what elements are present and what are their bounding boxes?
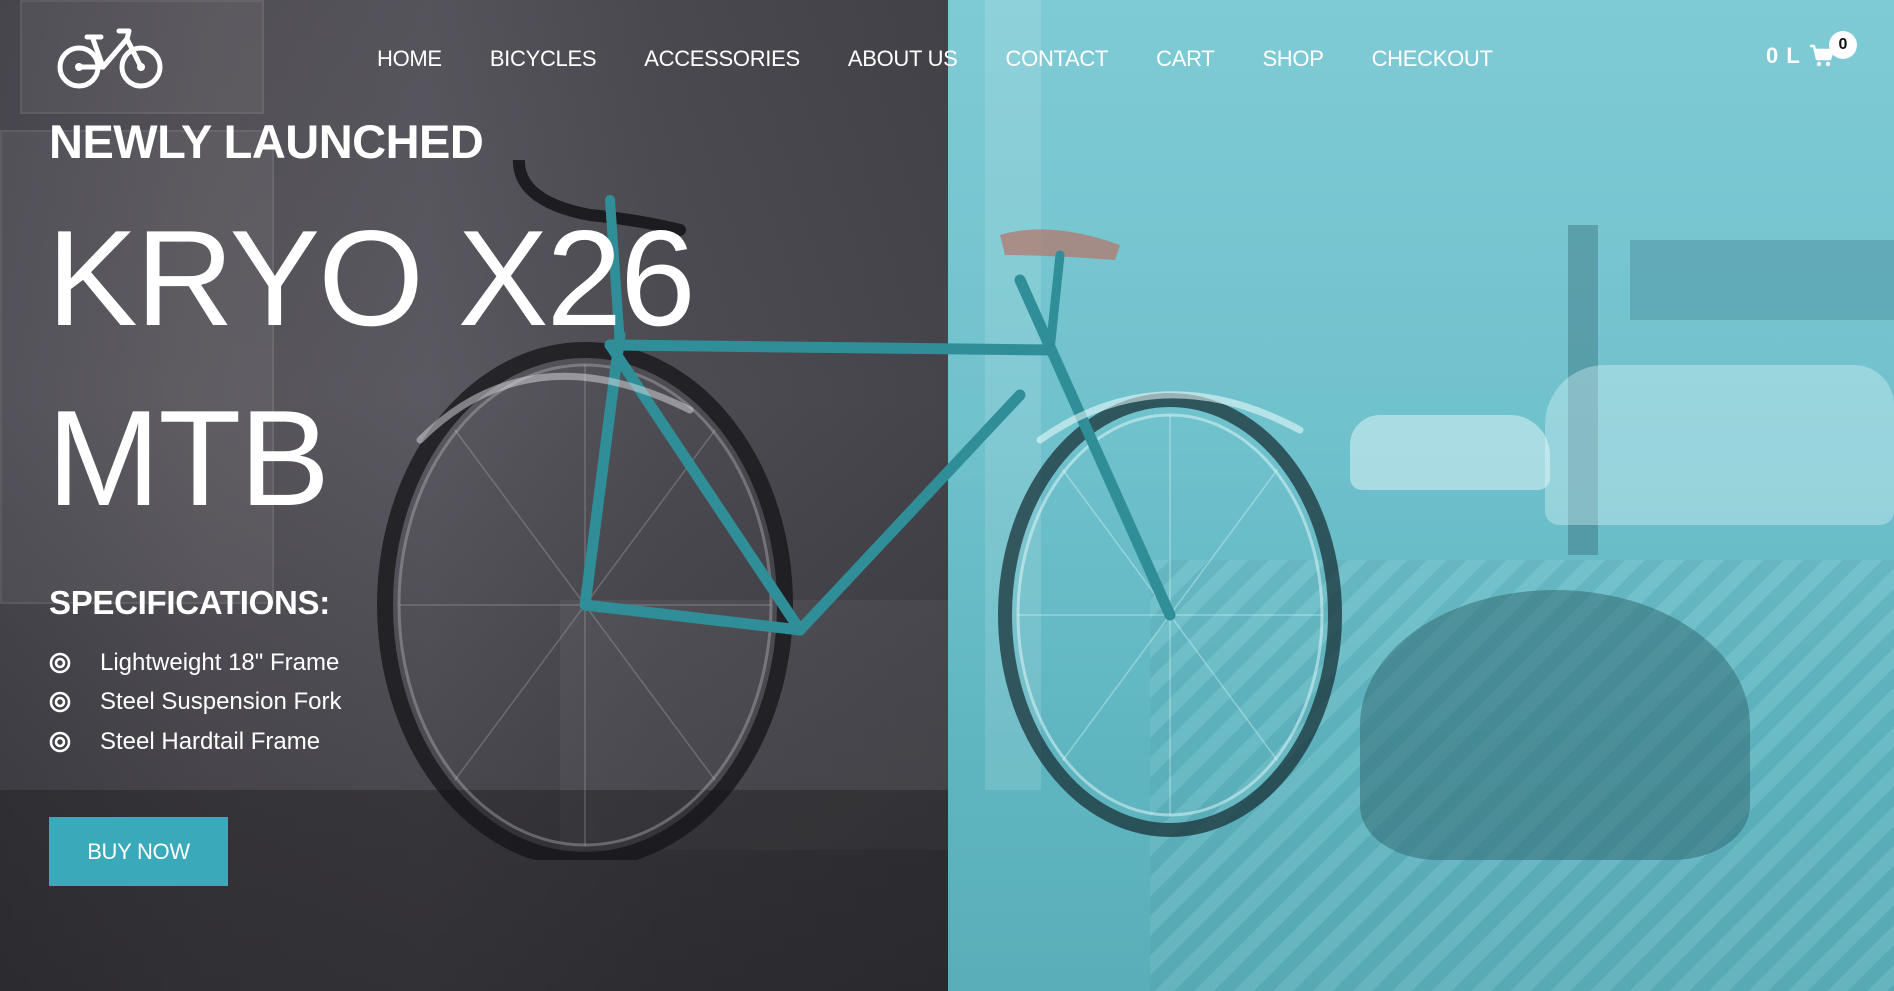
nav-accessories[interactable]: ACCESSORIES: [644, 46, 800, 72]
specifications-heading: SPECIFICATIONS:: [49, 584, 330, 621]
buy-now-button[interactable]: BUY NOW: [49, 817, 228, 886]
spec-item: Lightweight 18" Frame: [49, 643, 341, 683]
spec-label: Lightweight 18" Frame: [100, 648, 340, 676]
nav-about-us[interactable]: ABOUT US: [848, 46, 958, 72]
nav-bicycles[interactable]: BICYCLES: [490, 46, 597, 72]
cart-total[interactable]: 0 L: [1766, 43, 1801, 69]
specifications-list: Lightweight 18" Frame Steel Suspension F…: [49, 643, 341, 762]
target-circle-icon: [49, 652, 71, 674]
spec-item: Steel Suspension Fork: [49, 683, 341, 723]
cart-count-badge: 0: [1829, 31, 1857, 59]
target-circle-icon: [49, 731, 71, 753]
hero-title-line-2: MTB: [47, 382, 330, 534]
hero-title-line-1: KRYO X26: [47, 202, 696, 354]
hero-eyebrow: NEWLY LAUNCHED: [49, 115, 484, 168]
spec-label: Steel Hardtail Frame: [100, 727, 321, 755]
cart-widget[interactable]: 0 L: [1766, 43, 1835, 69]
stone-bollard: [1360, 590, 1750, 860]
nav-checkout[interactable]: CHECKOUT: [1372, 46, 1493, 72]
parked-car: [1545, 365, 1894, 525]
main-navigation: HOME BICYCLES ACCESSORIES ABOUT US CONTA…: [377, 46, 1541, 72]
spec-item: Steel Hardtail Frame: [49, 722, 341, 762]
spec-label: Steel Suspension Fork: [100, 688, 342, 716]
nav-home[interactable]: HOME: [377, 46, 442, 72]
nav-contact[interactable]: CONTACT: [1006, 46, 1109, 72]
nav-cart[interactable]: CART: [1156, 46, 1215, 72]
fence: [1630, 240, 1894, 320]
bicycle-logo-icon[interactable]: [55, 25, 165, 91]
nav-shop[interactable]: SHOP: [1262, 46, 1323, 72]
target-circle-icon: [49, 691, 71, 713]
